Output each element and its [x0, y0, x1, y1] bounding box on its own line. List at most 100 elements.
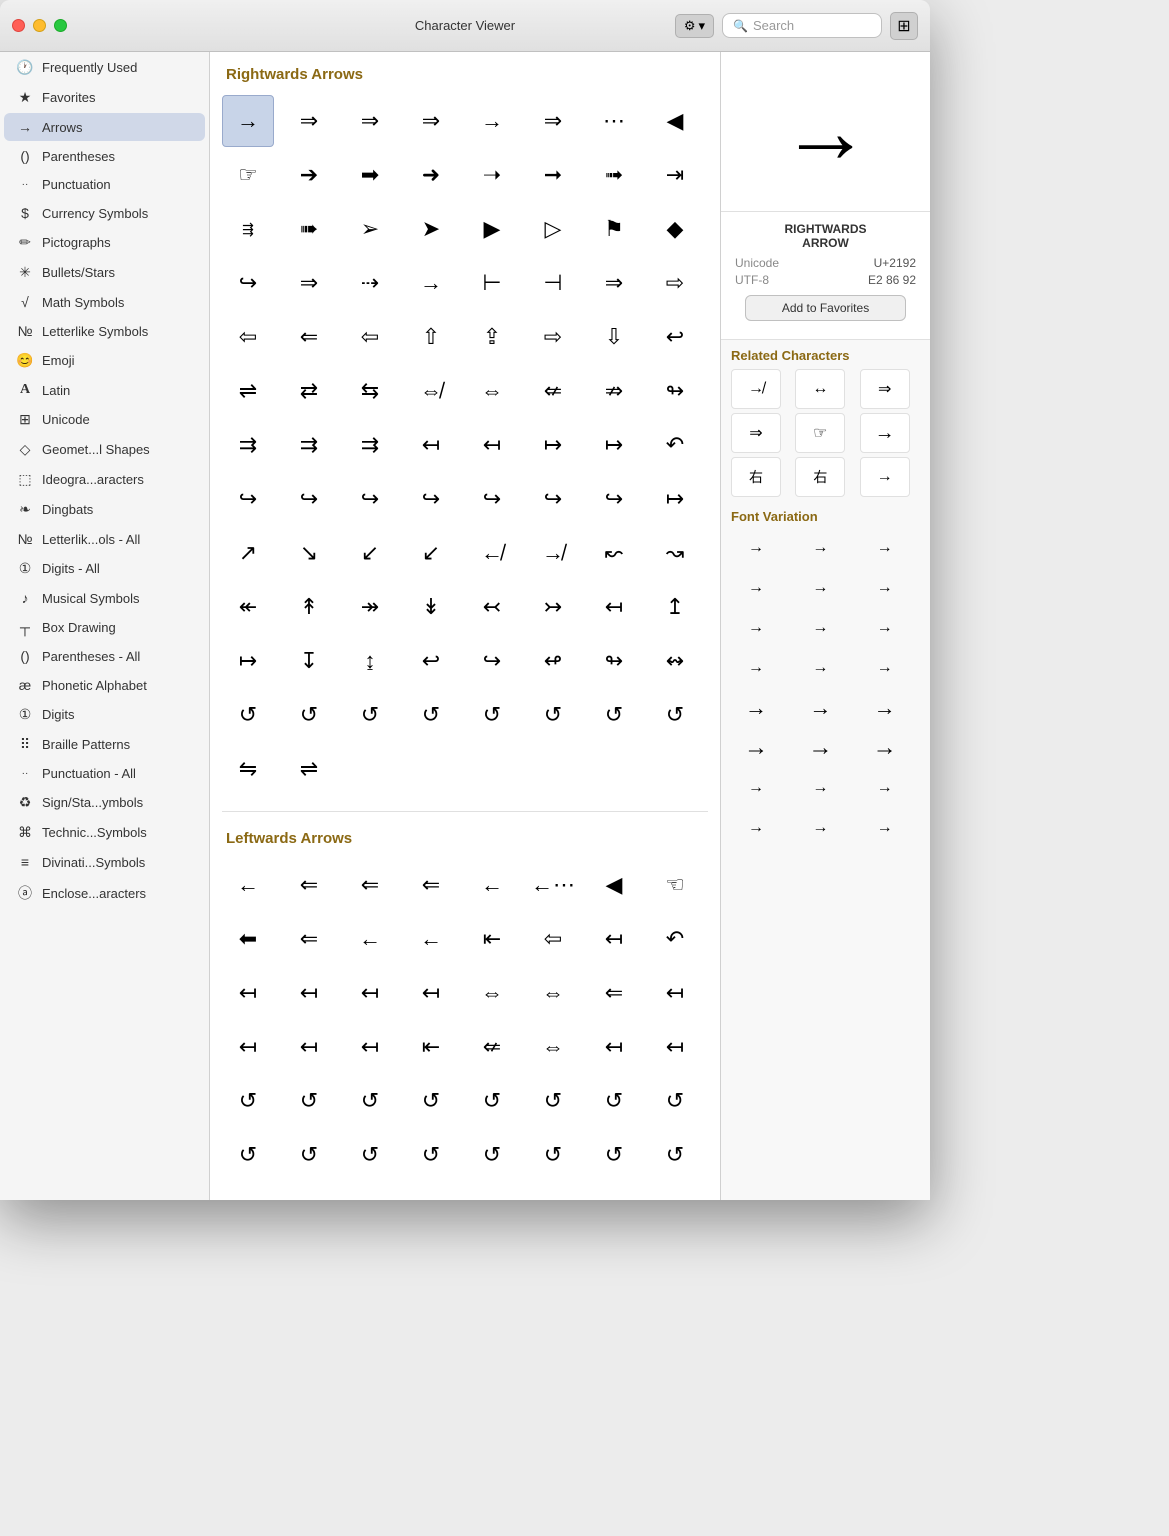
- related-cell[interactable]: 右: [795, 457, 845, 497]
- char-cell[interactable]: ↗: [222, 527, 274, 579]
- char-cell[interactable]: ☞: [222, 149, 274, 201]
- sidebar-item-latin[interactable]: A Latin: [4, 376, 205, 404]
- char-cell[interactable]: ↡: [405, 581, 457, 633]
- char-cell[interactable]: ⇒: [283, 95, 335, 147]
- char-cell[interactable]: ⇔: [527, 967, 579, 1019]
- char-cell[interactable]: ↤: [222, 967, 274, 1019]
- char-cell[interactable]: ↺: [222, 1129, 274, 1181]
- char-cell[interactable]: ➟: [588, 149, 640, 201]
- char-cell[interactable]: ↪: [527, 473, 579, 525]
- char-cell[interactable]: ↺: [222, 689, 274, 741]
- sidebar-item-parentheses[interactable]: () Parentheses: [4, 142, 205, 170]
- char-cell[interactable]: ↪: [344, 473, 396, 525]
- char-cell[interactable]: ↪: [466, 635, 518, 687]
- related-cell[interactable]: →: [860, 457, 910, 497]
- char-cell[interactable]: ↥: [649, 581, 701, 633]
- char-cell[interactable]: ➝: [466, 149, 518, 201]
- sidebar-item-punctuation[interactable]: ·· Punctuation: [4, 171, 205, 198]
- char-cell[interactable]: ↦: [527, 419, 579, 471]
- char-cell[interactable]: ↺: [283, 689, 335, 741]
- sidebar-item-unicode[interactable]: ⊞ Unicode: [4, 405, 205, 434]
- char-cell[interactable]: ↦: [588, 419, 640, 471]
- char-cell[interactable]: ↺: [222, 1183, 274, 1200]
- char-cell[interactable]: ⊣: [527, 257, 579, 309]
- char-cell[interactable]: ⇨: [527, 311, 579, 363]
- char-cell[interactable]: ←: [405, 913, 457, 965]
- char-cell[interactable]: ➡: [344, 149, 396, 201]
- related-cell[interactable]: 右: [731, 457, 781, 497]
- char-cell[interactable]: ⇦: [222, 311, 274, 363]
- char-cell[interactable]: ↶: [649, 913, 701, 965]
- char-cell[interactable]: ⇐: [283, 913, 335, 965]
- char-cell[interactable]: ↺: [344, 1129, 396, 1181]
- char-cell[interactable]: ↙: [344, 527, 396, 579]
- char-cell[interactable]: ⇋: [222, 743, 274, 795]
- char-cell[interactable]: →: [405, 257, 457, 309]
- maximize-button[interactable]: [54, 19, 67, 32]
- char-cell[interactable]: ↺: [527, 1183, 579, 1200]
- fv-cell[interactable]: →: [731, 690, 781, 726]
- sidebar-item-bullets[interactable]: ✳ Bullets/Stars: [4, 258, 205, 287]
- char-cell[interactable]: ↺: [649, 1075, 701, 1127]
- sidebar-item-phonetic[interactable]: æ Phonetic Alphabet: [4, 671, 205, 699]
- sidebar-item-currency[interactable]: $ Currency Symbols: [4, 199, 205, 227]
- sidebar-item-punctuation-all[interactable]: ·· Punctuation - All: [4, 760, 205, 787]
- sidebar-item-sign[interactable]: ♻ Sign/Sta...ymbols: [4, 788, 205, 817]
- fv-cell[interactable]: →: [731, 570, 781, 606]
- char-cell[interactable]: ➔: [283, 149, 335, 201]
- sidebar-item-divinati[interactable]: ≡ Divinati...Symbols: [4, 848, 205, 876]
- fv-cell[interactable]: →: [795, 810, 845, 846]
- char-cell[interactable]: ⇏: [588, 365, 640, 417]
- char-cell[interactable]: ←: [222, 859, 274, 911]
- char-cell[interactable]: ↺: [466, 1183, 518, 1200]
- char-cell[interactable]: ↤: [588, 581, 640, 633]
- char-cell[interactable]: ↤: [344, 967, 396, 1019]
- sidebar-item-letterlike[interactable]: № Letterlike Symbols: [4, 317, 205, 345]
- char-cell[interactable]: ⇐: [283, 311, 335, 363]
- sidebar-item-math[interactable]: √ Math Symbols: [4, 288, 205, 316]
- char-cell[interactable]: ↺: [466, 1075, 518, 1127]
- char-cell[interactable]: ↺: [527, 1129, 579, 1181]
- fv-cell[interactable]: →: [860, 610, 910, 646]
- sidebar-item-favorites[interactable]: ★ Favorites: [4, 83, 205, 112]
- gear-button[interactable]: ⚙ ▾: [675, 14, 714, 38]
- char-cell[interactable]: ↺: [405, 1129, 457, 1181]
- search-box[interactable]: 🔍 Search: [722, 13, 882, 38]
- char-cell[interactable]: ↺: [283, 1183, 335, 1200]
- char-cell[interactable]: ↤: [588, 913, 640, 965]
- fv-cell[interactable]: →: [731, 650, 781, 686]
- char-cell[interactable]: ↟: [283, 581, 335, 633]
- char-cell[interactable]: ⇐: [283, 859, 335, 911]
- add-favorites-button[interactable]: Add to Favorites: [745, 295, 906, 321]
- char-cell[interactable]: ↺: [466, 1129, 518, 1181]
- char-cell[interactable]: →: [466, 95, 518, 147]
- char-cell[interactable]: ↺: [283, 1075, 335, 1127]
- related-cell[interactable]: ⇒: [731, 413, 781, 453]
- char-cell[interactable]: ↺: [527, 689, 579, 741]
- char-cell[interactable]: ⇢: [344, 257, 396, 309]
- char-cell[interactable]: ⋯: [588, 95, 640, 147]
- char-cell[interactable]: ↤: [405, 419, 457, 471]
- char-cell[interactable]: ↬: [649, 365, 701, 417]
- char-cell[interactable]: ↞: [222, 581, 274, 633]
- char-cell[interactable]: ⇉: [283, 419, 335, 471]
- char-cell[interactable]: ➞: [527, 149, 579, 201]
- fv-cell[interactable]: →: [731, 770, 781, 806]
- char-cell[interactable]: ↘: [283, 527, 335, 579]
- char-cell[interactable]: ⇒: [405, 95, 457, 147]
- sidebar-item-enclose[interactable]: ⓐ Enclose...aracters: [4, 877, 205, 909]
- char-cell[interactable]: ↺: [405, 689, 457, 741]
- char-cell[interactable]: ⇆: [344, 365, 396, 417]
- char-cell[interactable]: ⇥: [649, 149, 701, 201]
- char-cell[interactable]: ⇌: [283, 743, 335, 795]
- char-cell[interactable]: ↺: [527, 1075, 579, 1127]
- char-cell[interactable]: ↪: [405, 473, 457, 525]
- char-cell[interactable]: ←: [466, 859, 518, 911]
- sidebar-item-digits-all[interactable]: ① Digits - All: [4, 554, 205, 583]
- fv-cell[interactable]: →: [860, 730, 910, 766]
- fv-cell[interactable]: →: [860, 530, 910, 566]
- char-cell[interactable]: ⇔: [466, 967, 518, 1019]
- char-cell[interactable]: ⇍: [466, 1021, 518, 1073]
- sidebar-item-digits[interactable]: ① Digits: [4, 700, 205, 729]
- char-cell[interactable]: ↪: [222, 473, 274, 525]
